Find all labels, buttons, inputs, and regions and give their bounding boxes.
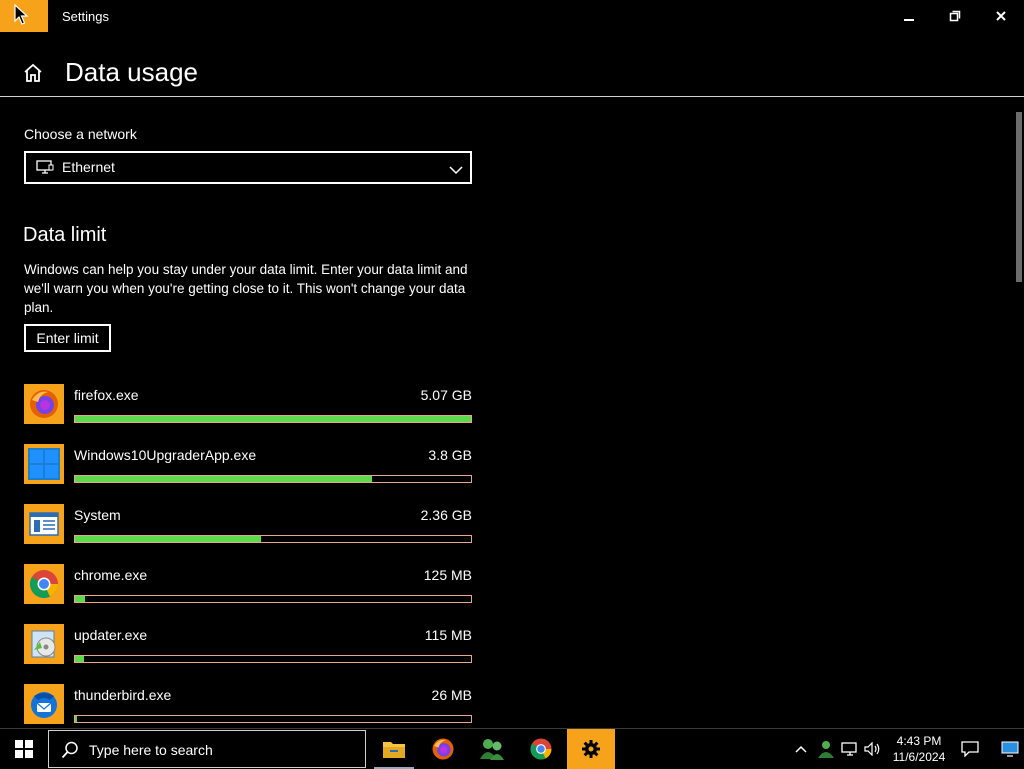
- windows-upgrader-icon: [24, 444, 64, 484]
- scrollbar[interactable]: [1016, 112, 1022, 282]
- page-header: Data usage: [0, 32, 1024, 97]
- usage-bar: [74, 415, 472, 423]
- chrome-icon: [530, 738, 552, 760]
- app-name: updater.exe: [74, 627, 148, 643]
- clock-date: 11/6/2024: [892, 750, 946, 764]
- show-desktop-button[interactable]: [996, 729, 1024, 769]
- close-button[interactable]: [978, 0, 1024, 32]
- search-icon: [61, 741, 79, 764]
- tray-network-icon[interactable]: [839, 729, 861, 769]
- cursor-icon: [0, 0, 48, 32]
- chevron-down-icon: [449, 162, 463, 180]
- app-usage-row: Windows10UpgraderApp.exe 3.8 GB: [24, 444, 472, 488]
- network-label: Choose a network: [24, 126, 137, 142]
- app-name: chrome.exe: [74, 567, 148, 583]
- app-name: firefox.exe: [74, 387, 139, 403]
- usage-bar-fill: [75, 716, 77, 722]
- users-icon: [480, 739, 504, 760]
- thunderbird-icon: [24, 684, 64, 724]
- firefox-icon: [432, 738, 454, 760]
- usage-bar: [74, 535, 472, 543]
- taskbar-clock[interactable]: 4:43 PM 11/6/2024: [886, 729, 952, 769]
- enter-limit-button[interactable]: Enter limit: [24, 324, 111, 352]
- restore-button[interactable]: [932, 0, 978, 32]
- minimize-button[interactable]: [886, 0, 932, 32]
- taskbar-firefox[interactable]: [419, 729, 467, 769]
- window-title: Settings: [62, 9, 109, 24]
- app-usage-value: 2.36 GB: [420, 507, 472, 523]
- usage-bar: [74, 475, 472, 483]
- app-usage-row: System 2.36 GB: [24, 504, 472, 548]
- app-usage-value: 125 MB: [423, 567, 472, 583]
- usage-bar: [74, 715, 472, 723]
- app-usage-value: 26 MB: [431, 687, 472, 703]
- notification-icon: [961, 741, 979, 757]
- ethernet-icon: [841, 742, 857, 756]
- updater-icon: [24, 624, 64, 664]
- data-limit-description: Windows can help you stay under your dat…: [24, 262, 468, 315]
- tray-volume-icon[interactable]: [862, 729, 884, 769]
- taskbar-users-app[interactable]: [468, 729, 516, 769]
- taskbar-search-box[interactable]: Type here to search: [48, 730, 366, 768]
- app-name: Windows10UpgraderApp.exe: [74, 447, 257, 463]
- usage-bar-fill: [75, 416, 471, 422]
- usage-bar: [74, 655, 472, 663]
- desktop-icon: [1001, 741, 1019, 757]
- title-bar: Settings: [0, 0, 1024, 32]
- app-usage-row: firefox.exe 5.07 GB: [24, 384, 472, 428]
- app-usage-row: chrome.exe 125 MB: [24, 564, 472, 608]
- usage-bar-fill: [75, 536, 262, 542]
- ethernet-icon: [36, 160, 54, 179]
- app-name: thunderbird.exe: [74, 687, 172, 703]
- system-icon: [24, 504, 64, 544]
- usage-bar: [74, 595, 472, 603]
- folder-icon: [383, 742, 405, 758]
- page-title: Data usage: [65, 57, 198, 87]
- user-icon: [818, 741, 834, 758]
- usage-bar-fill: [75, 476, 372, 482]
- gear-icon: [582, 740, 600, 758]
- search-placeholder: Type here to search: [89, 742, 213, 758]
- taskbar-file-explorer[interactable]: [370, 729, 418, 769]
- chrome-icon: [24, 564, 64, 604]
- app-name: System: [74, 507, 121, 523]
- taskbar: Type here to search 4:43 PM 11/6/2024: [0, 728, 1024, 769]
- usage-bar-fill: [75, 656, 84, 662]
- action-center-button[interactable]: [956, 729, 984, 769]
- app-usage-value: 3.8 GB: [428, 447, 472, 463]
- show-hidden-icons-button[interactable]: [790, 729, 812, 769]
- speaker-icon: [864, 742, 880, 756]
- app-usage-row: updater.exe 115 MB: [24, 624, 472, 668]
- clock-time: 4:43 PM: [896, 734, 942, 748]
- taskbar-settings[interactable]: [567, 729, 615, 769]
- app-usage-row: thunderbird.exe 26 MB: [24, 684, 472, 728]
- windows-logo-icon: [15, 740, 33, 758]
- app-usage-value: 5.07 GB: [420, 387, 472, 403]
- network-dropdown[interactable]: Ethernet: [24, 151, 472, 184]
- firefox-icon: [24, 384, 64, 424]
- home-icon[interactable]: [22, 62, 46, 86]
- usage-bar-fill: [75, 596, 85, 602]
- network-selected-value: Ethernet: [62, 159, 115, 175]
- taskbar-chrome[interactable]: [517, 729, 565, 769]
- tray-user-icon[interactable]: [814, 729, 838, 769]
- chevron-up-icon: [795, 745, 807, 753]
- data-limit-heading: Data limit: [23, 224, 107, 246]
- start-button[interactable]: [0, 729, 48, 769]
- app-usage-value: 115 MB: [424, 627, 472, 643]
